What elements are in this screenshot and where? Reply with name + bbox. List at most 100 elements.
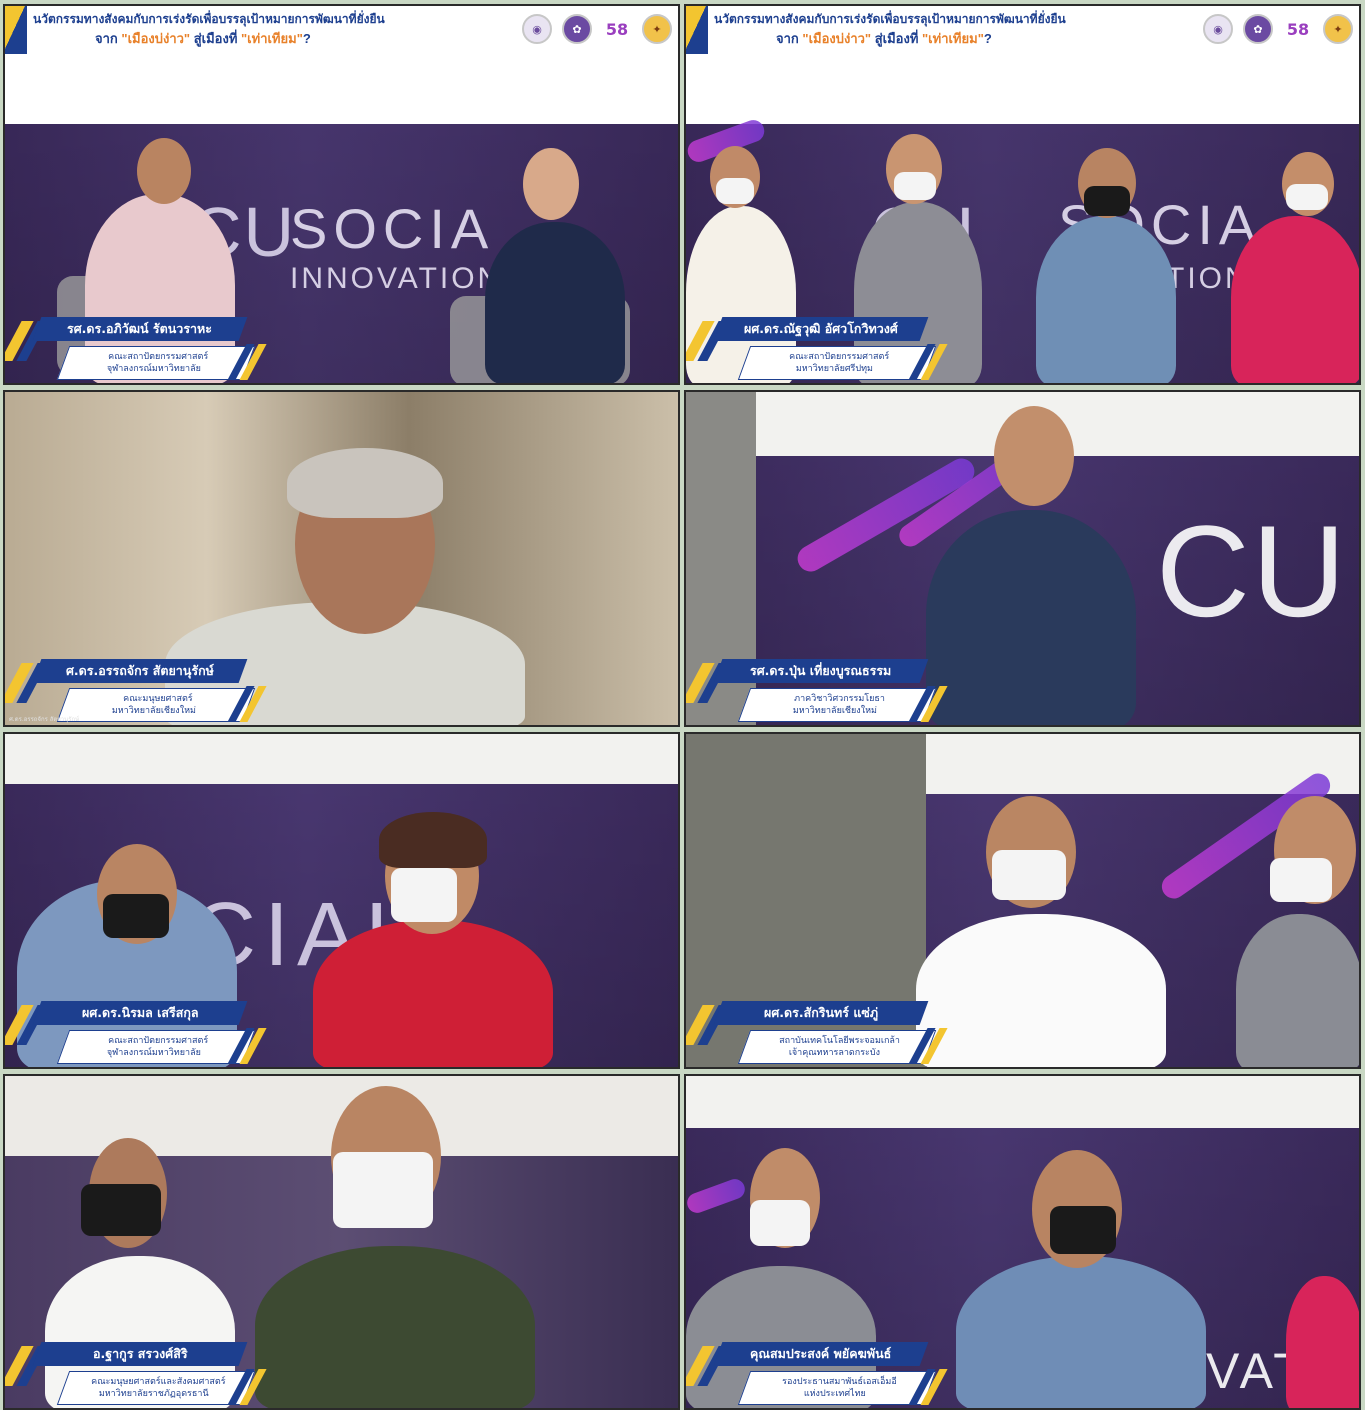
- university-icon: ✿: [562, 14, 592, 44]
- seal-icon: ◉: [522, 14, 552, 44]
- speaker-name-plate: ผศ.ดร.ณัฐวุฒิ อัศวโกวิทวงศ์: [713, 317, 929, 341]
- face-mask: [1286, 184, 1328, 210]
- sponsor-logos: ◉ ✿ 58 ✦: [522, 14, 672, 44]
- speaker-hair: [379, 812, 487, 868]
- affiliation-line1: คณะสถาปัตยกรรมศาสตร์: [108, 1036, 209, 1046]
- speaker-hair: [287, 448, 443, 518]
- speaker-affiliation-plate: คณะมนุษยศาสตร์ มหาวิทยาลัยเชียงใหม่: [56, 688, 256, 722]
- banner-accent: [686, 6, 708, 54]
- speaker-affiliation-plate: คณะสถาปัตยกรรมศาสตร์ จุฬาลงกรณ์มหาวิทยาล…: [56, 346, 256, 380]
- lower-third: คุณสมประสงค์ พยัคฆพันธ์ รองประธานสมาพันธ…: [686, 1330, 948, 1408]
- speaker-person: [956, 1256, 1206, 1408]
- speaker-affiliation-plate: คณะสถาปัตยกรรมศาสตร์ มหาวิทยาลัยศรีปทุม: [737, 346, 937, 380]
- speaker-name-plate: ผศ.ดร.สักรินทร์ แซ่ภู่: [713, 1001, 929, 1025]
- emblem-icon: ✦: [1323, 14, 1353, 44]
- face-mask: [391, 868, 457, 922]
- lower-third: รศ.ดร.อภิวัฒน์ รัตนวราหะ คณะสถาปัตยกรรมศ…: [5, 305, 267, 383]
- affiliation-line2: มหาวิทยาลัยศรีปทุม: [796, 364, 874, 374]
- title-prefix: จาก: [95, 31, 122, 46]
- speaker-name: รศ.ดร.ปุ่น เที่ยงบูรณธรรม: [750, 663, 892, 678]
- video-tile-1[interactable]: นวัตกรรมทางสังคมกับการเร่งรัดเพื่อบรรลุเ…: [3, 4, 680, 385]
- speaker-person: [313, 920, 553, 1067]
- video-tile-2[interactable]: นวัตกรรมทางสังคมกับการเร่งรัดเพื่อบรรลุเ…: [684, 4, 1361, 385]
- speaker-name: อ.ฐากูร สรวงศ์สิริ: [92, 1346, 188, 1361]
- banner-title-line2: จาก "เมืองบ่ง่าว" สู่เมืองที่ "เท่าเทียม…: [776, 28, 992, 49]
- title-highlight-2: "เท่าเทียม": [241, 31, 303, 46]
- seal-icon: ◉: [1203, 14, 1233, 44]
- affiliation-line1: สถาบันเทคโนโลยีพระจอมเกล้า: [778, 1036, 900, 1046]
- speaker-name-plate: อ.ฐากูร สรวงศ์สิริ: [32, 1342, 248, 1366]
- lower-third: ผศ.ดร.นิรมล เสรีสกุล คณะสถาปัตยกรรมศาสตร…: [5, 989, 267, 1067]
- speaker-person: [255, 1246, 535, 1408]
- affiliation-line2: จุฬาลงกรณ์มหาวิทยาลัย: [106, 364, 201, 374]
- speaker-name-plate: คุณสมประสงค์ พยัคฆพันธ์: [713, 1342, 929, 1366]
- title-highlight-1: "เมืองบ่ง่าว": [121, 31, 191, 46]
- participant-caption: ศ.ดร.อรรถจักร สัตยานุรักษ์: [9, 716, 80, 723]
- face-mask: [333, 1152, 433, 1228]
- speaker-affiliation-plate: คณะสถาปัตยกรรมศาสตร์ จุฬาลงกรณ์มหาวิทยาล…: [56, 1030, 256, 1064]
- speaker-person: [916, 914, 1166, 1067]
- affiliation-line1: คณะมนุษยศาสตร์และสังคมศาสตร์: [90, 1377, 226, 1387]
- brand-social: SOCIA: [290, 197, 495, 260]
- video-tile-5[interactable]: SOCIAL ผศ.ดร.นิรมล เสรีสกุล คณะสถาปัตยกร…: [3, 732, 680, 1069]
- anniversary-logo: 58: [605, 19, 629, 39]
- affiliation-line1: คณะสถาปัตยกรรมศาสตร์: [108, 352, 209, 362]
- speaker-name: ศ.ดร.อรรถจักร สัตยานุรักษ์: [66, 663, 214, 678]
- university-icon: ✿: [1243, 14, 1273, 44]
- panelist-head: [523, 148, 579, 220]
- title-mid: สู่เมืองที่: [190, 31, 242, 46]
- title-prefix: จาก: [776, 31, 803, 46]
- affiliation-line2: มหาวิทยาลัยราชภัฏอุดรธานี: [98, 1389, 209, 1399]
- video-tile-8[interactable]: VAT คุณสมประสงค์ พยัคฆพันธ์ รองประธานสมา…: [684, 1074, 1361, 1410]
- affiliation-line1: ภาควิชาวิศวกรรมโยธา: [793, 694, 885, 704]
- video-tile-6[interactable]: ผศ.ดร.สักรินทร์ แซ่ภู่ สถาบันเทคโนโลยีพร…: [684, 732, 1361, 1069]
- title-highlight-1: "เมืองบ่ง่าว": [802, 31, 872, 46]
- speaker-affiliation-plate: รองประธานสมาพันธ์เอสเอ็มอี แห่งประเทศไทย: [737, 1371, 937, 1405]
- room-wall: [686, 1076, 1359, 1128]
- room-wall: [5, 734, 678, 784]
- title-suffix: ?: [983, 31, 992, 46]
- header-banner: นวัตกรรมทางสังคมกับการเร่งรัดเพื่อบรรลุเ…: [686, 6, 1359, 124]
- panelist-person: [485, 222, 625, 383]
- face-mask: [1050, 1206, 1116, 1254]
- affiliation-line1: รองประธานสมาพันธ์เอสเอ็มอี: [781, 1377, 897, 1387]
- speaker-name-plate: รศ.ดร.ปุ่น เที่ยงบูรณธรรม: [713, 659, 929, 683]
- speaker-affiliation-plate: สถาบันเทคโนโลยีพระจอมเกล้า เจ้าคุณทหารลา…: [737, 1030, 937, 1064]
- speaker-name: คุณสมประสงค์ พยัคฆพันธ์: [750, 1346, 892, 1361]
- sponsor-logos: ◉ ✿ 58 ✦: [1203, 14, 1353, 44]
- emblem-icon: ✦: [642, 14, 672, 44]
- speaker-name-plate: ผศ.ดร.นิรมล เสรีสกุล: [32, 1001, 248, 1025]
- speaker-name-plate: รศ.ดร.อภิวัฒน์ รัตนวราหะ: [32, 317, 248, 341]
- speaker-name: รศ.ดร.อภิวัฒน์ รัตนวราหะ: [67, 321, 213, 336]
- face-mask: [894, 172, 936, 200]
- speaker-name: ผศ.ดร.สักรินทร์ แซ่ภู่: [763, 1005, 879, 1020]
- affiliation-line2: จุฬาลงกรณ์มหาวิทยาลัย: [106, 1048, 201, 1058]
- face-mask: [81, 1184, 161, 1236]
- video-conference-grid: นวัตกรรมทางสังคมกับการเร่งรัดเพื่อบรรลุเ…: [0, 0, 1365, 1410]
- brand-innovation: INNOVATION: [290, 262, 503, 295]
- panelist-person: [1036, 216, 1176, 383]
- video-tile-7[interactable]: อ.ฐากูร สรวงศ์สิริ คณะมนุษยศาสตร์และสังค…: [3, 1074, 680, 1410]
- banner-title-line1: นวัตกรรมทางสังคมกับการเร่งรัดเพื่อบรรลุเ…: [33, 12, 385, 26]
- title-mid: สู่เมืองที่: [871, 31, 923, 46]
- affiliation-line2: มหาวิทยาลัยเชียงใหม่: [792, 706, 877, 716]
- speaker-affiliation-plate: ภาควิชาวิศวกรรมโยธา มหาวิทยาลัยเชียงใหม่: [737, 688, 937, 722]
- video-tile-4[interactable]: CU รศ.ดร.ปุ่น เที่ยงบูรณธรรม ภาควิชาวิศว…: [684, 390, 1361, 727]
- affiliation-line2: แห่งประเทศไทย: [803, 1389, 866, 1399]
- lower-third: ผศ.ดร.สักรินทร์ แซ่ภู่ สถาบันเทคโนโลยีพร…: [686, 989, 948, 1067]
- speaker-head: [137, 138, 191, 204]
- face-mask: [103, 894, 169, 938]
- face-mask: [1270, 858, 1332, 902]
- panelist-person: [1236, 914, 1359, 1067]
- speaker-head: [994, 406, 1074, 506]
- video-tile-3[interactable]: ศ.ดร.อรรถจักร สัตยานุรักษ์ คณะมนุษยศาสตร…: [3, 390, 680, 727]
- banner-title-line1: นวัตกรรมทางสังคมกับการเร่งรัดเพื่อบรรลุเ…: [714, 12, 1066, 26]
- affiliation-line2: เจ้าคุณทหารลาดกระบัง: [789, 1048, 881, 1058]
- speaker-name: ผศ.ดร.นิรมล เสรีสกุล: [81, 1005, 199, 1020]
- header-banner: นวัตกรรมทางสังคมกับการเร่งรัดเพื่อบรรลุเ…: [5, 6, 678, 124]
- anniversary-logo: 58: [1286, 19, 1310, 39]
- face-mask: [716, 178, 754, 204]
- speaker-name-plate: ศ.ดร.อรรถจักร สัตยานุรักษ์: [32, 659, 248, 683]
- affiliation-line1: คณะมนุษยศาสตร์: [123, 694, 193, 704]
- affiliation-line1: คณะสถาปัตยกรรมศาสตร์: [789, 352, 890, 362]
